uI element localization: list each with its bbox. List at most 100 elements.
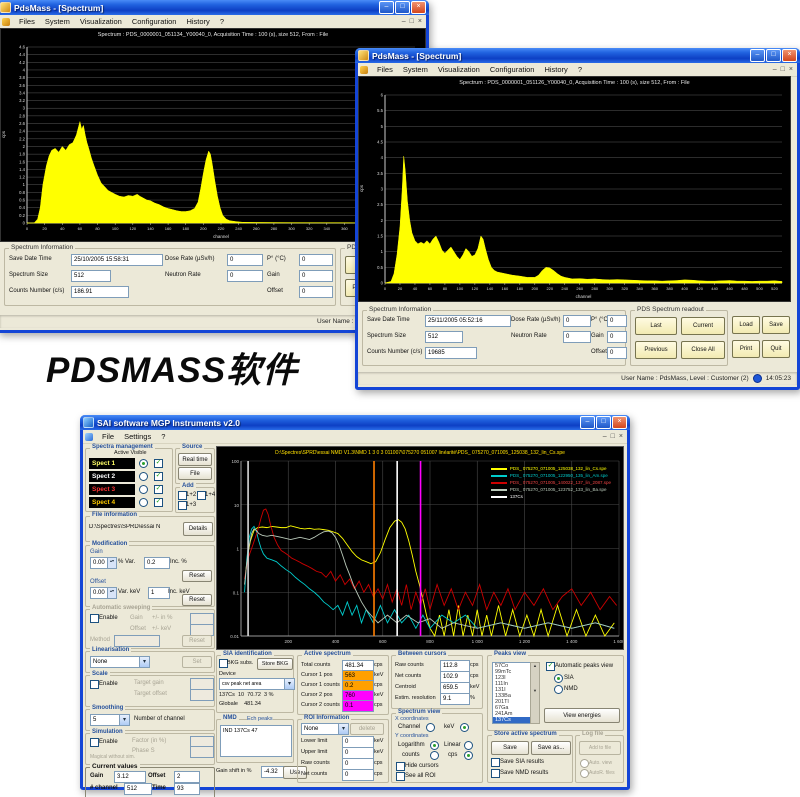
offset-field[interactable]: 0 xyxy=(299,286,333,298)
peaks-scrollbar[interactable]: ▲▼ xyxy=(530,662,540,724)
temperature-field[interactable]: 0 xyxy=(299,254,333,266)
dose-rate-field[interactable]: 0 xyxy=(563,315,591,327)
spect-1-visible-checkbox[interactable]: ✓ xyxy=(154,459,163,468)
menu-configuration[interactable]: Configuration xyxy=(127,17,182,26)
cps-radio[interactable] xyxy=(464,751,473,760)
mdi-close-icon[interactable]: × xyxy=(789,66,793,73)
close-button[interactable]: × xyxy=(411,1,426,14)
menu-history[interactable]: History xyxy=(181,17,214,26)
mdi-close-icon[interactable]: × xyxy=(418,18,422,25)
file-button[interactable]: File xyxy=(178,467,212,480)
menu-configuration[interactable]: Configuration xyxy=(485,65,540,74)
row-value[interactable]: 0 xyxy=(342,769,374,781)
minimize-button[interactable]: – xyxy=(750,49,765,62)
view-energies-button[interactable]: View energies xyxy=(544,708,620,723)
gain-spinner[interactable]: 0.00 xyxy=(90,557,117,569)
mdi-restore-icon[interactable]: □ xyxy=(781,66,785,73)
sweeping-enable-checkbox[interactable] xyxy=(90,614,99,623)
menu-history[interactable]: History xyxy=(539,65,572,74)
menu-settings[interactable]: Settings xyxy=(119,432,156,441)
current-button[interactable]: Current xyxy=(681,317,725,335)
spect-4-active-radio[interactable] xyxy=(139,498,148,507)
peaks-listbox[interactable]: 57Co99mTc123I111In131I133Ba201Tl67Ga241A… xyxy=(492,662,532,724)
previous-button[interactable]: Previous xyxy=(635,341,677,359)
mdi-close-icon[interactable]: × xyxy=(619,433,623,440)
menu-help[interactable]: ? xyxy=(573,65,587,74)
mdi-restore-icon[interactable]: □ xyxy=(410,18,414,25)
save-nmd-checkbox[interactable] xyxy=(491,769,500,778)
menu-system[interactable]: System xyxy=(398,65,433,74)
maximize-button[interactable]: □ xyxy=(395,1,410,14)
mdi-minimize-icon[interactable]: – xyxy=(402,18,406,25)
minimize-button[interactable]: – xyxy=(580,416,595,429)
counts-number-field[interactable]: 19685 xyxy=(425,347,477,359)
menu-system[interactable]: System xyxy=(40,17,75,26)
load-button[interactable]: Load xyxy=(732,316,760,334)
save-as-button[interactable]: Save as... xyxy=(531,741,571,755)
spectrum-size-field[interactable]: 512 xyxy=(425,331,463,343)
spectrum-size-field[interactable]: 512 xyxy=(71,270,111,282)
gain-field[interactable]: 0 xyxy=(299,270,333,282)
row-value[interactable]: 0.1 xyxy=(342,700,374,712)
temperature-field[interactable]: 0 xyxy=(607,315,627,327)
ech-peaks-tab[interactable]: Ech peaks xyxy=(247,716,273,722)
close-button[interactable]: × xyxy=(612,416,627,429)
save-button[interactable]: Save xyxy=(491,741,529,755)
spect-1-active-radio[interactable] xyxy=(139,459,148,468)
simulation-enable-checkbox[interactable] xyxy=(90,738,99,747)
save-button[interactable]: Save xyxy=(762,316,790,334)
quit-button[interactable]: Quit xyxy=(762,340,790,358)
logarithm-radio[interactable] xyxy=(430,741,439,750)
spect-2-active-radio[interactable] xyxy=(139,472,148,481)
offset-reset-button[interactable]: Reset xyxy=(182,594,212,606)
save-date-field[interactable]: 25/11/2005 05:52:16 xyxy=(425,315,511,327)
store-bkg-button[interactable]: Store BKG xyxy=(257,658,293,670)
neutron-rate-field[interactable]: 0 xyxy=(227,270,263,282)
gain-reset-button[interactable]: Reset xyxy=(182,570,212,582)
linearisation-dropdown[interactable]: None xyxy=(90,656,150,668)
menu-file[interactable]: File xyxy=(97,432,119,441)
mdi-minimize-icon[interactable]: – xyxy=(603,433,607,440)
roi-dropdown[interactable]: None xyxy=(301,723,349,735)
spect-3-visible-checkbox[interactable]: ✓ xyxy=(154,485,163,494)
spect-4-visible-checkbox[interactable]: ✓ xyxy=(154,498,163,507)
print-button[interactable]: Print xyxy=(732,340,760,358)
real-time-button[interactable]: Real time xyxy=(178,453,212,466)
close-all-button[interactable]: Close All xyxy=(681,341,725,359)
last-button[interactable]: Last xyxy=(635,317,677,335)
spect-3-active-radio[interactable] xyxy=(139,485,148,494)
dose-rate-field[interactable]: 0 xyxy=(227,254,263,266)
menu-visualization[interactable]: Visualization xyxy=(75,17,127,26)
minimize-button[interactable]: – xyxy=(379,1,394,14)
nmd-radio[interactable] xyxy=(554,685,563,694)
mdi-restore-icon[interactable]: □ xyxy=(611,433,615,440)
linear-radio[interactable] xyxy=(464,741,473,750)
menu-files[interactable]: Files xyxy=(14,17,40,26)
menu-help[interactable]: ? xyxy=(156,432,170,441)
maximize-button[interactable]: □ xyxy=(596,416,611,429)
see-all-roi-checkbox[interactable] xyxy=(396,772,405,781)
offset-inc-field[interactable]: 1 xyxy=(148,587,170,599)
save-date-field[interactable]: 25/10/2005 15:58:31 xyxy=(71,254,163,266)
titlebar-c[interactable]: SAI software MGP Instruments v2.0 – □ × xyxy=(80,415,630,430)
row-value[interactable]: 9.1 xyxy=(440,693,470,705)
sia-radio[interactable] xyxy=(554,674,563,683)
gain-field[interactable]: 0 xyxy=(607,331,627,343)
spect-2-visible-checkbox[interactable]: ✓ xyxy=(154,472,163,481)
peak-list-item[interactable]: 137Cs xyxy=(493,717,531,723)
details-button[interactable]: Details xyxy=(183,522,213,536)
spectrum-chart-b[interactable]: 00.511.522.533.544.555.56020406080100120… xyxy=(359,89,790,299)
counts-number-field[interactable]: 186.91 xyxy=(71,286,129,298)
offset-spinner[interactable]: 0.00 xyxy=(90,587,117,599)
smoothing-dropdown[interactable]: 5 xyxy=(90,714,130,726)
kev-radio[interactable] xyxy=(460,723,469,732)
counts-radio[interactable] xyxy=(430,751,439,760)
gain-inc-field[interactable]: 0.2 xyxy=(144,557,170,569)
device-dropdown[interactable]: csv peak net area xyxy=(219,678,295,690)
maximize-button[interactable]: □ xyxy=(766,49,781,62)
hide-cursors-checkbox[interactable] xyxy=(396,762,405,771)
titlebar-a[interactable]: PdsMass - [Spectrum] – □ × xyxy=(0,0,429,15)
save-sia-checkbox[interactable] xyxy=(491,758,500,767)
menu-help[interactable]: ? xyxy=(215,17,229,26)
offset-field[interactable]: 0 xyxy=(607,347,627,359)
